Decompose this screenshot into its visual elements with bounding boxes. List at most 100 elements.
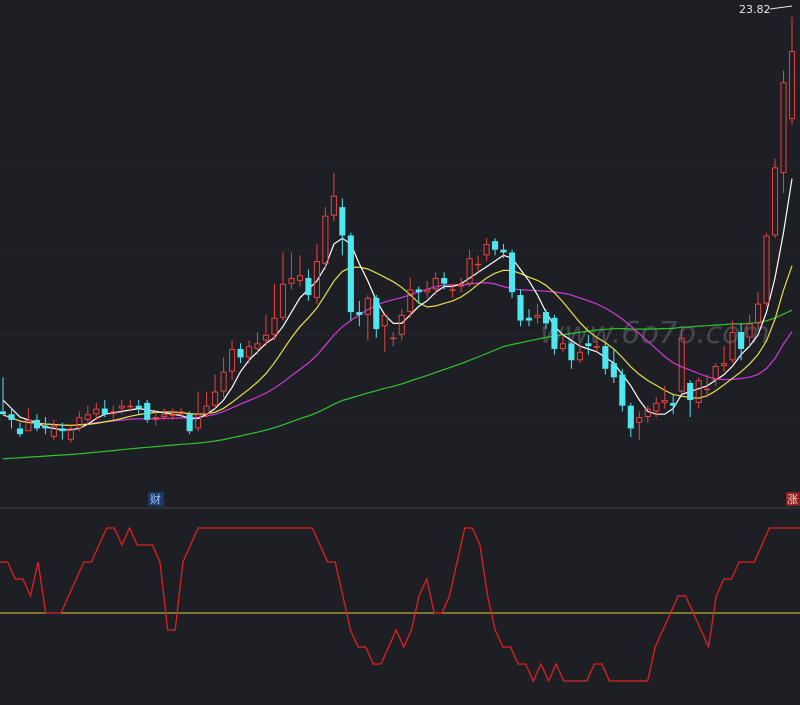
candle-body (500, 249, 507, 253)
price-high-pointer (769, 5, 793, 10)
candle[interactable] (636, 411, 643, 440)
indicator-pane[interactable] (0, 526, 800, 683)
candle[interactable] (245, 340, 253, 364)
candle[interactable] (16, 422, 24, 437)
candle[interactable] (33, 414, 40, 432)
candle[interactable] (687, 380, 694, 418)
candle[interactable] (780, 70, 787, 193)
candle[interactable] (203, 391, 210, 418)
candle[interactable] (101, 400, 108, 418)
candle[interactable] (466, 249, 473, 287)
candle-body (738, 331, 745, 349)
candle-body (33, 419, 40, 429)
candle-body (653, 402, 660, 412)
candle[interactable] (229, 340, 236, 381)
candle-body (687, 383, 694, 401)
candle[interactable] (788, 17, 796, 125)
candle[interactable] (390, 331, 397, 347)
candle[interactable] (135, 400, 142, 415)
candle[interactable] (279, 252, 287, 321)
candle[interactable] (356, 300, 363, 327)
candle[interactable] (551, 314, 558, 355)
candle[interactable] (517, 289, 524, 327)
candle-body (788, 51, 796, 120)
candle[interactable] (771, 158, 779, 239)
candle[interactable] (313, 243, 320, 304)
candle[interactable] (407, 278, 414, 318)
candle[interactable] (322, 207, 329, 270)
candle[interactable] (0, 377, 7, 415)
candle[interactable] (492, 238, 499, 256)
candle-body (330, 195, 337, 216)
candle[interactable] (508, 249, 516, 298)
candle-body (508, 252, 516, 293)
candle[interactable] (627, 402, 634, 437)
candle-body (67, 428, 74, 440)
candle[interactable] (195, 391, 202, 432)
candle-body (398, 314, 405, 335)
candle[interactable] (330, 173, 337, 222)
candle-body (322, 215, 329, 264)
candle[interactable] (220, 357, 227, 398)
candle-body (627, 405, 634, 429)
candle[interactable] (76, 411, 83, 432)
candle-body (76, 417, 83, 429)
candle[interactable] (381, 314, 388, 352)
candle[interactable] (296, 255, 303, 287)
candle[interactable] (525, 309, 533, 327)
candle-body (237, 348, 244, 358)
limit-up-marker[interactable]: 涨 (787, 493, 798, 506)
candle[interactable] (695, 377, 702, 409)
candle-body (390, 337, 397, 340)
candle-body (84, 414, 91, 420)
candle[interactable] (619, 368, 626, 412)
candle-body (271, 317, 278, 335)
event-markers[interactable]: 财 涨 (148, 492, 800, 506)
stock-chart-window: www.6o7o.com 23.82 财 涨 (0, 0, 800, 705)
price-high-text: 23.82 (739, 3, 771, 16)
candle-body (313, 261, 320, 298)
candle-body (220, 371, 227, 392)
candle[interactable] (712, 363, 719, 386)
candle[interactable] (144, 400, 151, 423)
candle[interactable] (305, 269, 312, 301)
candle-body (262, 334, 270, 341)
finance-marker[interactable]: 财 (150, 492, 161, 506)
candle[interactable] (602, 343, 609, 375)
candle-body (135, 405, 142, 409)
candle[interactable] (254, 331, 261, 355)
candle[interactable] (67, 425, 74, 443)
candle-body (356, 312, 363, 315)
chart-canvas[interactable]: www.6o7o.com 23.82 财 涨 (0, 0, 800, 705)
candle[interactable] (288, 252, 295, 290)
candle-body (704, 388, 711, 391)
candle[interactable] (475, 255, 482, 273)
candle-body (0, 411, 7, 415)
candle-body (288, 278, 295, 284)
candle[interactable] (212, 374, 219, 409)
candle[interactable] (763, 232, 770, 307)
candle[interactable] (186, 411, 193, 435)
candle-body (118, 405, 125, 409)
candle-body (144, 402, 151, 420)
candle[interactable] (670, 394, 677, 415)
candle-body (644, 408, 651, 418)
candle[interactable] (8, 408, 15, 429)
candle[interactable] (237, 343, 244, 364)
candle[interactable] (568, 340, 575, 369)
candle[interactable] (271, 283, 278, 341)
candle-body (279, 283, 287, 318)
candle-body (161, 414, 168, 418)
candle[interactable] (347, 232, 354, 321)
candle[interactable] (373, 295, 380, 338)
candle[interactable] (610, 348, 617, 384)
candle-body (186, 414, 193, 432)
candlestick-series[interactable] (0, 17, 796, 443)
candle[interactable] (50, 419, 57, 440)
candle[interactable] (398, 309, 405, 341)
candle[interactable] (339, 198, 346, 256)
candle-body (551, 317, 558, 349)
candle[interactable] (364, 295, 371, 341)
candle-body (347, 235, 354, 313)
candle[interactable] (42, 417, 49, 435)
